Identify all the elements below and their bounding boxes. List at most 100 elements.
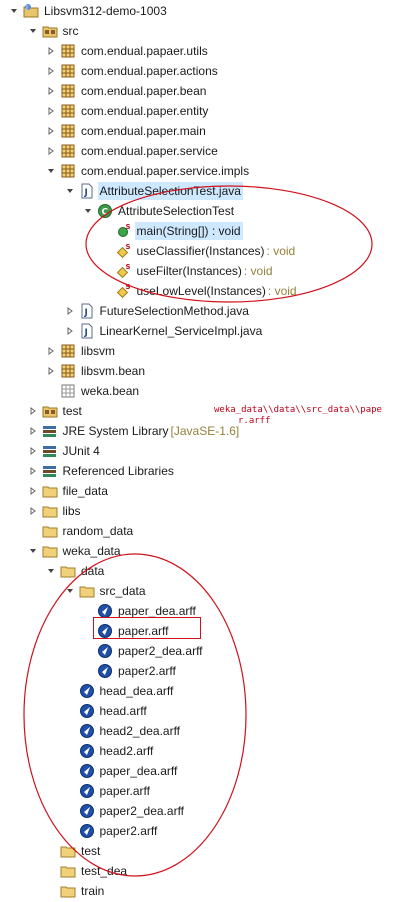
tree-item[interactable]: head2_dea.arff <box>64 721 183 741</box>
collapsed-arrow-icon[interactable] <box>45 85 57 97</box>
package-icon <box>60 123 76 139</box>
tree-item[interactable]: libsvm <box>45 341 117 361</box>
tree-item[interactable]: weka_data <box>27 541 123 561</box>
package-icon <box>60 143 76 159</box>
tree-item-label: Referenced Libraries <box>62 464 174 478</box>
private-static-method-icon: S <box>116 263 132 279</box>
tree-item-label: AttributeSelectionTest.java <box>97 182 243 200</box>
collapsed-arrow-icon[interactable] <box>45 345 57 357</box>
tree-item[interactable]: paper.arff <box>82 621 170 641</box>
tree-item[interactable]: com.endual.paper.service.impls <box>45 161 251 181</box>
collapsed-arrow-icon[interactable] <box>27 485 39 497</box>
tree-item[interactable]: file_data <box>27 481 110 501</box>
collapsed-arrow-icon[interactable] <box>27 445 39 457</box>
tree-item[interactable]: weka.bean <box>45 381 141 401</box>
tree-item-label: com.endual.paper.bean <box>81 84 207 98</box>
collapsed-arrow-icon[interactable] <box>45 365 57 377</box>
tree-item-label: paper2_dea.arff <box>118 644 203 658</box>
no-arrow-spacer <box>27 525 39 537</box>
tree-item[interactable]: paper2.arff <box>64 821 160 841</box>
tree-item[interactable]: libsvm.bean <box>45 361 147 381</box>
collapsed-arrow-icon[interactable] <box>27 505 39 517</box>
tree-item[interactable]: test <box>45 841 102 861</box>
tree-item[interactable]: JUnit 4 <box>27 441 102 461</box>
tree-item[interactable]: paper2_dea.arff <box>64 801 187 821</box>
package-icon <box>60 343 76 359</box>
collapsed-arrow-icon[interactable] <box>45 45 57 57</box>
tree-item-label: paper2_dea.arff <box>99 804 185 818</box>
collapsed-arrow-icon[interactable] <box>45 65 57 77</box>
tree-item[interactable]: SuseLowLevel(Instances) : void <box>101 281 297 301</box>
tree-item[interactable]: paper.arff <box>64 781 152 801</box>
tree-item-label: com.endual.paper.main <box>81 124 206 138</box>
tree-item-label: LinearKernel_ServiceImpl.java <box>99 324 263 338</box>
collapsed-arrow-icon[interactable] <box>45 105 57 117</box>
source-folder-icon <box>42 23 58 39</box>
tree-item[interactable]: com.endual.paper.service <box>45 141 220 161</box>
tree-item[interactable]: src_data <box>64 581 148 601</box>
collapsed-arrow-icon[interactable] <box>27 425 39 437</box>
tree-item[interactable]: com.endual.papaer.utils <box>45 41 210 61</box>
tree-item[interactable]: paper2.arff <box>82 661 178 681</box>
expanded-arrow-icon[interactable] <box>45 165 57 177</box>
no-arrow-spacer <box>64 705 76 717</box>
expanded-arrow-icon[interactable] <box>82 205 94 217</box>
tree-item[interactable]: head_dea.arff <box>64 681 176 701</box>
library-icon <box>42 423 58 439</box>
tree-item[interactable]: head2.arff <box>64 741 156 761</box>
tree-item[interactable]: train <box>45 881 106 901</box>
tree-item[interactable]: src <box>27 21 81 41</box>
folder-icon <box>60 863 76 879</box>
tree-item[interactable]: JRE System Library [JavaSE-1.6] <box>27 421 239 441</box>
tree-item[interactable]: random_data <box>27 521 136 541</box>
tree-item[interactable]: Smain(String[]) : void <box>101 221 243 241</box>
tree-item[interactable]: com.endual.paper.bean <box>45 81 208 101</box>
tree-item[interactable]: com.endual.paper.entity <box>45 101 210 121</box>
expanded-arrow-icon[interactable] <box>8 5 20 17</box>
tree-item[interactable]: J FutureSelectionMethod.java <box>64 301 251 321</box>
weka-file-icon <box>79 723 95 739</box>
tree-item[interactable]: paper2_dea.arff <box>82 641 205 661</box>
tree-item[interactable]: Referenced Libraries <box>27 461 176 481</box>
tree-item[interactable]: SuseFilter(Instances) : void <box>101 261 273 281</box>
tree-item[interactable]: libs <box>27 501 83 521</box>
collapsed-arrow-icon[interactable] <box>27 465 39 477</box>
tree-item-label: paper.arff <box>99 784 150 798</box>
tree-item[interactable]: test <box>27 401 84 421</box>
no-arrow-spacer <box>101 265 113 277</box>
tree-item[interactable]: J LinearKernel_ServiceImpl.java <box>64 321 265 341</box>
tree-item-label: src_data <box>99 584 146 598</box>
annotation-path-note-line1: weka_data\\data\\src_data\\pape <box>214 405 382 415</box>
tree-item[interactable]: com.endual.paper.actions <box>45 61 220 81</box>
tree-item-label: paper2.arff <box>118 664 176 678</box>
folder-icon <box>79 583 95 599</box>
collapsed-arrow-icon[interactable] <box>45 145 57 157</box>
tree-item[interactable]: J Libsvm312-demo-1003 <box>8 1 169 21</box>
expanded-arrow-icon[interactable] <box>64 185 76 197</box>
collapsed-arrow-icon[interactable] <box>45 125 57 137</box>
tree-item-label: paper_dea.arff <box>118 604 196 618</box>
library-icon <box>42 463 58 479</box>
expanded-arrow-icon[interactable] <box>45 565 57 577</box>
no-arrow-spacer <box>101 225 113 237</box>
tree-item[interactable]: paper_dea.arff <box>64 761 180 781</box>
package-icon <box>60 83 76 99</box>
expanded-arrow-icon[interactable] <box>27 25 39 37</box>
tree-item[interactable]: com.endual.paper.main <box>45 121 208 141</box>
tree-item[interactable]: paper_dea.arff <box>82 601 198 621</box>
tree-item[interactable]: J AttributeSelectionTest.java <box>64 181 243 201</box>
collapsed-arrow-icon[interactable] <box>64 325 76 337</box>
tree-item[interactable]: data <box>45 561 106 581</box>
expanded-arrow-icon[interactable] <box>64 585 76 597</box>
tree-item-label: com.endual.paper.entity <box>81 104 209 118</box>
tree-item[interactable]: C AttributeSelectionTest <box>82 201 236 221</box>
tree-item[interactable]: SuseClassifier(Instances) : void <box>101 241 295 261</box>
tree-item-label: head.arff <box>99 704 147 718</box>
svg-text:J: J <box>83 188 87 198</box>
collapsed-arrow-icon[interactable] <box>27 405 39 417</box>
expanded-arrow-icon[interactable] <box>27 545 39 557</box>
collapsed-arrow-icon[interactable] <box>64 305 76 317</box>
tree-item[interactable]: head.arff <box>64 701 149 721</box>
tree-item[interactable]: test_dea <box>45 861 129 881</box>
svg-text:J: J <box>83 328 87 338</box>
